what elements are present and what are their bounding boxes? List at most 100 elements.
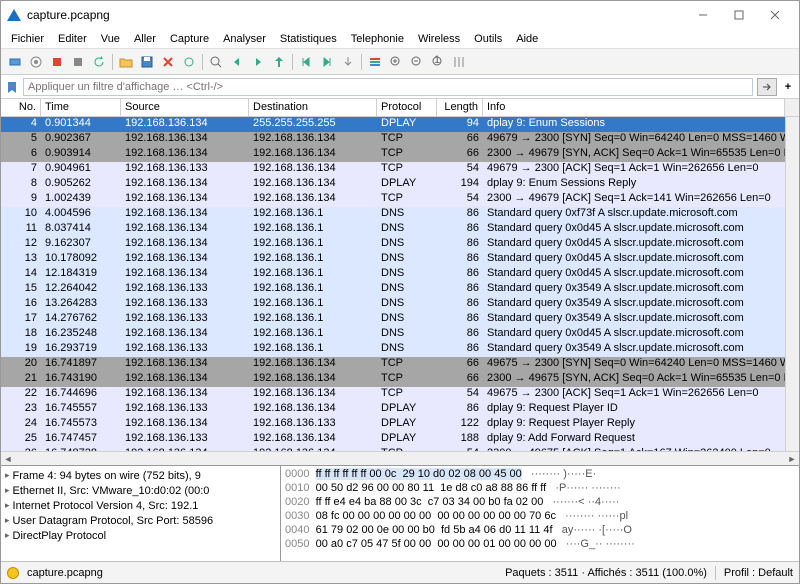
colorize-icon[interactable] xyxy=(365,52,385,72)
bookmark-icon[interactable] xyxy=(5,80,19,94)
horizontal-scrollbar[interactable]: ◄► xyxy=(1,451,799,465)
statusbar: capture.pcapng Paquets : 3511 · Affichés… xyxy=(1,561,799,583)
packet-row[interactable]: 1613.264283192.168.136.133192.168.136.1D… xyxy=(1,297,785,312)
menu-capture[interactable]: Capture xyxy=(164,31,215,47)
col-header-source[interactable]: Source xyxy=(121,99,249,116)
hex-line[interactable]: 0030 08 fc 00 00 00 00 00 00 00 00 00 00… xyxy=(285,510,795,524)
restart-capture-icon[interactable] xyxy=(89,52,109,72)
bottom-panes: ▸Frame 4: 94 bytes on wire (752 bits), 9… xyxy=(1,465,799,561)
hex-line[interactable]: 0040 61 79 02 00 0e 00 00 b0 fd 5b a4 06… xyxy=(285,524,795,538)
minimize-button[interactable] xyxy=(685,1,721,29)
packet-row[interactable]: 40.901344192.168.136.134255.255.255.255D… xyxy=(1,117,785,132)
stop-capture-icon[interactable] xyxy=(68,52,88,72)
tree-item[interactable]: ▸User Datagram Protocol, Src Port: 58596 xyxy=(5,513,276,528)
tree-item[interactable]: ▸Frame 4: 94 bytes on wire (752 bits), 9 xyxy=(5,468,276,483)
interfaces-icon[interactable] xyxy=(5,52,25,72)
status-file: capture.pcapng xyxy=(27,567,103,579)
packet-row[interactable]: 118.037414192.168.136.134192.168.136.1DN… xyxy=(1,222,785,237)
find-icon[interactable] xyxy=(206,52,226,72)
options-icon[interactable] xyxy=(26,52,46,72)
resize-columns-icon[interactable] xyxy=(449,52,469,72)
zoom-out-icon[interactable] xyxy=(407,52,427,72)
menu-wireless[interactable]: Wireless xyxy=(412,31,466,47)
packet-details-tree[interactable]: ▸Frame 4: 94 bytes on wire (752 bits), 9… xyxy=(1,466,281,561)
packet-row[interactable]: 1916.293719192.168.136.133192.168.136.1D… xyxy=(1,342,785,357)
close-file-icon[interactable] xyxy=(158,52,178,72)
menu-editer[interactable]: Editer xyxy=(52,31,93,47)
packet-bytes-hex[interactable]: 0000 ff ff ff ff ff ff 00 0c 29 10 d0 02… xyxy=(281,466,799,561)
titlebar: capture.pcapng xyxy=(1,1,799,29)
packet-row[interactable]: 2216.744696192.168.136.134192.168.136.13… xyxy=(1,387,785,402)
hex-line[interactable]: 0020 ff ff e4 e4 ba 88 00 3c c7 03 34 00… xyxy=(285,496,795,510)
maximize-button[interactable] xyxy=(721,1,757,29)
menu-aller[interactable]: Aller xyxy=(128,31,162,47)
separator xyxy=(112,54,113,70)
close-button[interactable] xyxy=(757,1,793,29)
reload-icon[interactable] xyxy=(179,52,199,72)
hex-line[interactable]: 0010 00 50 d2 96 00 00 80 11 1e d8 c0 a8… xyxy=(285,482,795,496)
apply-filter-button[interactable] xyxy=(757,78,777,96)
auto-scroll-icon[interactable] xyxy=(338,52,358,72)
packet-row[interactable]: 2516.747457192.168.136.133192.168.136.13… xyxy=(1,432,785,447)
menu-vue[interactable]: Vue xyxy=(95,31,126,47)
menu-fichier[interactable]: Fichier xyxy=(5,31,50,47)
go-last-icon[interactable] xyxy=(317,52,337,72)
zoom-reset-icon[interactable]: 1 xyxy=(428,52,448,72)
menu-statistiques[interactable]: Statistiques xyxy=(274,31,343,47)
hex-line[interactable]: 0050 00 a0 c7 05 47 5f 00 00 00 00 00 01… xyxy=(285,538,795,552)
zoom-in-icon[interactable] xyxy=(386,52,406,72)
packet-row[interactable]: 2416.745573192.168.136.134192.168.136.13… xyxy=(1,417,785,432)
packet-row[interactable]: 2316.745557192.168.136.133192.168.136.13… xyxy=(1,402,785,417)
col-header-destination[interactable]: Destination xyxy=(249,99,377,116)
packet-row[interactable]: 129.162307192.168.136.134192.168.136.1DN… xyxy=(1,237,785,252)
separator xyxy=(715,566,716,580)
go-forward-icon[interactable] xyxy=(248,52,268,72)
packet-row[interactable]: 2116.743190192.168.136.134192.168.136.13… xyxy=(1,372,785,387)
packet-row[interactable]: 1412.184319192.168.136.134192.168.136.1D… xyxy=(1,267,785,282)
packet-row[interactable]: 2616.748728192.168.136.134192.168.136.13… xyxy=(1,447,785,451)
menubar: FichierEditerVueAllerCaptureAnalyserStat… xyxy=(1,29,799,49)
packet-row[interactable]: 1816.235248192.168.136.134192.168.136.1D… xyxy=(1,327,785,342)
hex-line[interactable]: 0000 ff ff ff ff ff ff 00 0c 29 10 d0 02… xyxy=(285,468,795,482)
packet-row[interactable]: 1512.264042192.168.136.133192.168.136.1D… xyxy=(1,282,785,297)
packet-row[interactable]: 60.903914192.168.136.134192.168.136.134T… xyxy=(1,147,785,162)
col-header-time[interactable]: Time xyxy=(41,99,121,116)
save-icon[interactable] xyxy=(137,52,157,72)
menu-analyser[interactable]: Analyser xyxy=(217,31,272,47)
col-header-info[interactable]: Info xyxy=(483,99,785,116)
vertical-scrollbar[interactable] xyxy=(785,117,799,451)
tree-item[interactable]: ▸DirectPlay Protocol xyxy=(5,528,276,543)
start-capture-icon[interactable] xyxy=(47,52,67,72)
menu-telephonie[interactable]: Telephonie xyxy=(345,31,410,47)
window-title: capture.pcapng xyxy=(27,8,685,22)
go-to-icon[interactable] xyxy=(269,52,289,72)
menu-aide[interactable]: Aide xyxy=(510,31,544,47)
col-header-no[interactable]: No. xyxy=(1,99,41,116)
packet-row[interactable]: 70.904961192.168.136.133192.168.136.134T… xyxy=(1,162,785,177)
vertical-scrollbar[interactable] xyxy=(785,99,799,116)
wireshark-icon xyxy=(7,9,21,21)
packet-row[interactable]: 80.905262192.168.136.134192.168.136.134D… xyxy=(1,177,785,192)
tree-item[interactable]: ▸Ethernet II, Src: VMware_10:d0:02 (00:0 xyxy=(5,483,276,498)
svg-text:1: 1 xyxy=(434,55,440,66)
packet-row[interactable]: 1310.178092192.168.136.134192.168.136.1D… xyxy=(1,252,785,267)
packet-row[interactable]: 91.002439192.168.136.134192.168.136.134T… xyxy=(1,192,785,207)
status-profile[interactable]: Profil : Default xyxy=(724,567,793,579)
packet-row[interactable]: 50.902367192.168.136.134192.168.136.134T… xyxy=(1,132,785,147)
packet-rows[interactable]: 40.901344192.168.136.134255.255.255.255D… xyxy=(1,117,785,451)
packet-row[interactable]: 1714.276762192.168.136.133192.168.136.1D… xyxy=(1,312,785,327)
go-first-icon[interactable] xyxy=(296,52,316,72)
open-icon[interactable] xyxy=(116,52,136,72)
col-header-length[interactable]: Length xyxy=(437,99,483,116)
expert-info-icon[interactable] xyxy=(7,567,19,579)
packet-row[interactable]: 2016.741897192.168.136.134192.168.136.13… xyxy=(1,357,785,372)
add-filter-button[interactable]: + xyxy=(781,78,795,96)
menu-outils[interactable]: Outils xyxy=(468,31,508,47)
display-filter-input[interactable] xyxy=(23,78,753,96)
packet-row[interactable]: 104.004596192.168.136.134192.168.136.1DN… xyxy=(1,207,785,222)
tree-item[interactable]: ▸Internet Protocol Version 4, Src: 192.1 xyxy=(5,498,276,513)
go-back-icon[interactable] xyxy=(227,52,247,72)
separator xyxy=(292,54,293,70)
filter-bar: + xyxy=(1,75,799,99)
col-header-protocol[interactable]: Protocol xyxy=(377,99,437,116)
